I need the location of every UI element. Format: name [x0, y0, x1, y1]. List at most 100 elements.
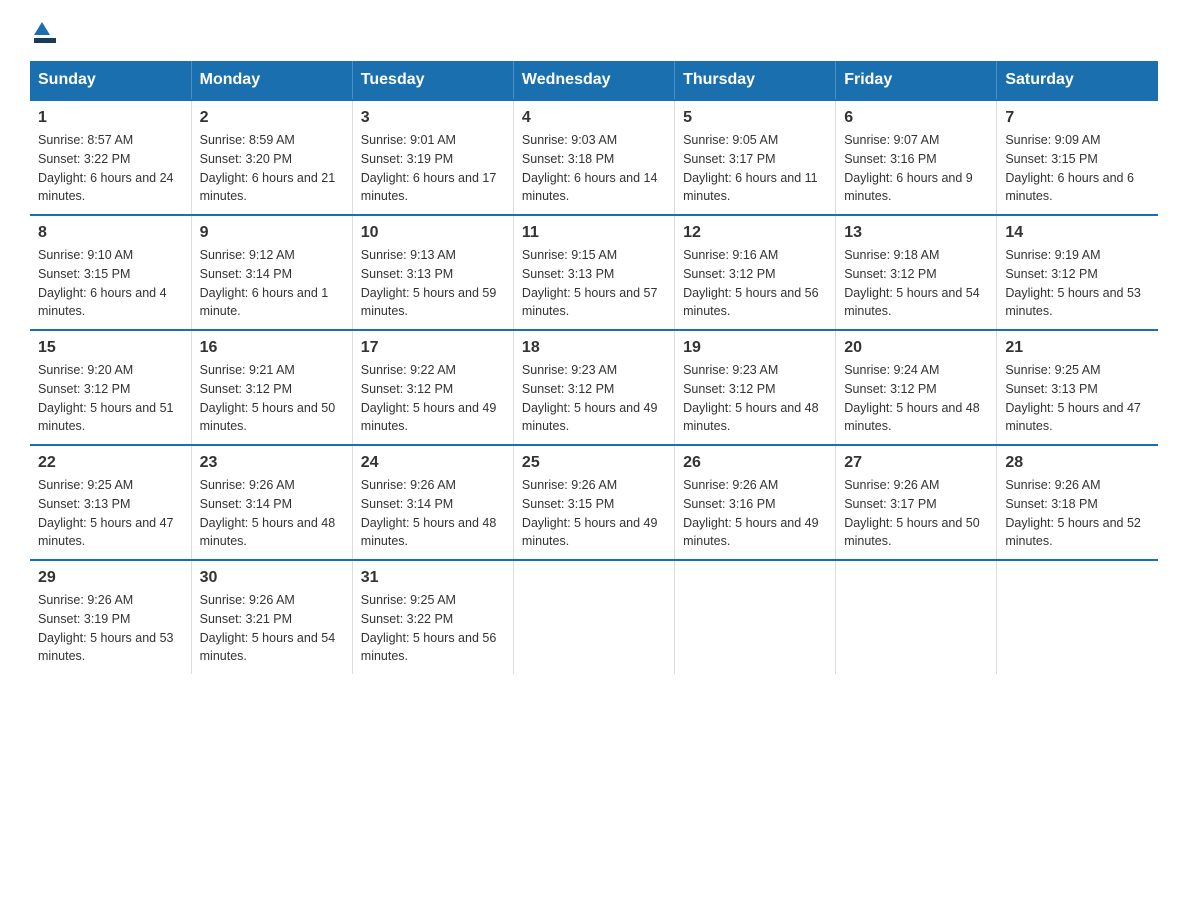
- day-info: Sunrise: 9:25 AMSunset: 3:13 PMDaylight:…: [1005, 363, 1141, 433]
- header-tuesday: Tuesday: [352, 61, 513, 100]
- day-number: 5: [683, 109, 827, 127]
- day-number: 18: [522, 339, 666, 357]
- day-number: 1: [38, 109, 183, 127]
- week-row-4: 22 Sunrise: 9:25 AMSunset: 3:13 PMDayligh…: [30, 445, 1158, 560]
- week-row-2: 8 Sunrise: 9:10 AMSunset: 3:15 PMDaylight…: [30, 215, 1158, 330]
- calendar-cell: 30 Sunrise: 9:26 AMSunset: 3:21 PMDayligh…: [191, 560, 352, 674]
- day-number: 2: [200, 109, 344, 127]
- day-info: Sunrise: 9:07 AMSunset: 3:16 PMDaylight:…: [844, 133, 973, 203]
- calendar-cell: 21 Sunrise: 9:25 AMSunset: 3:13 PMDayligh…: [997, 330, 1158, 445]
- day-number: 28: [1005, 454, 1150, 472]
- day-info: Sunrise: 9:25 AMSunset: 3:13 PMDaylight:…: [38, 478, 174, 548]
- day-info: Sunrise: 9:19 AMSunset: 3:12 PMDaylight:…: [1005, 248, 1141, 318]
- header-wednesday: Wednesday: [513, 61, 674, 100]
- day-number: 26: [683, 454, 827, 472]
- calendar-cell: 8 Sunrise: 9:10 AMSunset: 3:15 PMDaylight…: [30, 215, 191, 330]
- calendar-cell: 5 Sunrise: 9:05 AMSunset: 3:17 PMDaylight…: [675, 100, 836, 215]
- calendar-cell: 18 Sunrise: 9:23 AMSunset: 3:12 PMDayligh…: [513, 330, 674, 445]
- day-info: Sunrise: 9:26 AMSunset: 3:15 PMDaylight:…: [522, 478, 658, 548]
- calendar-cell: 6 Sunrise: 9:07 AMSunset: 3:16 PMDaylight…: [836, 100, 997, 215]
- day-info: Sunrise: 9:16 AMSunset: 3:12 PMDaylight:…: [683, 248, 819, 318]
- day-info: Sunrise: 8:57 AMSunset: 3:22 PMDaylight:…: [38, 133, 174, 203]
- calendar-cell: 19 Sunrise: 9:23 AMSunset: 3:12 PMDayligh…: [675, 330, 836, 445]
- calendar-cell: 1 Sunrise: 8:57 AMSunset: 3:22 PMDaylight…: [30, 100, 191, 215]
- day-info: Sunrise: 9:05 AMSunset: 3:17 PMDaylight:…: [683, 133, 818, 203]
- day-number: 11: [522, 224, 666, 242]
- calendar-cell: 25Sunrise: 9:26 AMSunset: 3:15 PMDayligh…: [513, 445, 674, 560]
- calendar-cell: 2 Sunrise: 8:59 AMSunset: 3:20 PMDaylight…: [191, 100, 352, 215]
- calendar-cell: 20Sunrise: 9:24 AMSunset: 3:12 PMDayligh…: [836, 330, 997, 445]
- day-number: 30: [200, 569, 344, 587]
- day-info: Sunrise: 9:18 AMSunset: 3:12 PMDaylight:…: [844, 248, 980, 318]
- header-thursday: Thursday: [675, 61, 836, 100]
- calendar-cell: [836, 560, 997, 674]
- day-info: Sunrise: 9:03 AMSunset: 3:18 PMDaylight:…: [522, 133, 658, 203]
- day-info: Sunrise: 8:59 AMSunset: 3:20 PMDaylight:…: [200, 133, 336, 203]
- calendar-cell: 26 Sunrise: 9:26 AMSunset: 3:16 PMDayligh…: [675, 445, 836, 560]
- calendar-cell: 11 Sunrise: 9:15 AMSunset: 3:13 PMDayligh…: [513, 215, 674, 330]
- day-number: 23: [200, 454, 344, 472]
- day-info: Sunrise: 9:26 AMSunset: 3:14 PMDaylight:…: [361, 478, 497, 548]
- calendar-cell: 29 Sunrise: 9:26 AMSunset: 3:19 PMDayligh…: [30, 560, 191, 674]
- day-info: Sunrise: 9:20 AMSunset: 3:12 PMDaylight:…: [38, 363, 174, 433]
- week-row-5: 29 Sunrise: 9:26 AMSunset: 3:19 PMDayligh…: [30, 560, 1158, 674]
- calendar-cell: [997, 560, 1158, 674]
- calendar-cell: 16 Sunrise: 9:21 AMSunset: 3:12 PMDayligh…: [191, 330, 352, 445]
- day-info: Sunrise: 9:21 AMSunset: 3:12 PMDaylight:…: [200, 363, 336, 433]
- day-number: 3: [361, 109, 505, 127]
- day-info: Sunrise: 9:12 AMSunset: 3:14 PMDaylight:…: [200, 248, 329, 318]
- day-number: 31: [361, 569, 505, 587]
- calendar-cell: 27 Sunrise: 9:26 AMSunset: 3:17 PMDayligh…: [836, 445, 997, 560]
- calendar-cell: 17 Sunrise: 9:22 AMSunset: 3:12 PMDayligh…: [352, 330, 513, 445]
- day-number: 4: [522, 109, 666, 127]
- calendar-cell: 14 Sunrise: 9:19 AMSunset: 3:12 PMDayligh…: [997, 215, 1158, 330]
- day-number: 17: [361, 339, 505, 357]
- day-info: Sunrise: 9:25 AMSunset: 3:22 PMDaylight:…: [361, 593, 497, 663]
- day-info: Sunrise: 9:26 AMSunset: 3:17 PMDaylight:…: [844, 478, 980, 548]
- day-number: 20: [844, 339, 988, 357]
- day-info: Sunrise: 9:26 AMSunset: 3:21 PMDaylight:…: [200, 593, 336, 663]
- logo: [30, 20, 56, 41]
- header-monday: Monday: [191, 61, 352, 100]
- calendar-cell: 13 Sunrise: 9:18 AMSunset: 3:12 PMDayligh…: [836, 215, 997, 330]
- calendar-cell: 28 Sunrise: 9:26 AMSunset: 3:18 PMDayligh…: [997, 445, 1158, 560]
- day-number: 15: [38, 339, 183, 357]
- calendar-cell: 9Sunrise: 9:12 AMSunset: 3:14 PMDaylight…: [191, 215, 352, 330]
- week-row-3: 15 Sunrise: 9:20 AMSunset: 3:12 PMDayligh…: [30, 330, 1158, 445]
- calendar-cell: 24 Sunrise: 9:26 AMSunset: 3:14 PMDayligh…: [352, 445, 513, 560]
- calendar-cell: 4 Sunrise: 9:03 AMSunset: 3:18 PMDaylight…: [513, 100, 674, 215]
- day-info: Sunrise: 9:23 AMSunset: 3:12 PMDaylight:…: [683, 363, 819, 433]
- day-number: 29: [38, 569, 183, 587]
- day-number: 19: [683, 339, 827, 357]
- day-number: 16: [200, 339, 344, 357]
- day-number: 27: [844, 454, 988, 472]
- day-number: 6: [844, 109, 988, 127]
- calendar-cell: [675, 560, 836, 674]
- header-sunday: Sunday: [30, 61, 191, 100]
- day-info: Sunrise: 9:15 AMSunset: 3:13 PMDaylight:…: [522, 248, 658, 318]
- day-number: 22: [38, 454, 183, 472]
- day-info: Sunrise: 9:23 AMSunset: 3:12 PMDaylight:…: [522, 363, 658, 433]
- calendar-table: SundayMondayTuesdayWednesdayThursdayFrid…: [30, 61, 1158, 674]
- day-number: 12: [683, 224, 827, 242]
- day-info: Sunrise: 9:10 AMSunset: 3:15 PMDaylight:…: [38, 248, 167, 318]
- calendar-header-row: SundayMondayTuesdayWednesdayThursdayFrid…: [30, 61, 1158, 100]
- calendar-cell: 22 Sunrise: 9:25 AMSunset: 3:13 PMDayligh…: [30, 445, 191, 560]
- day-info: Sunrise: 9:01 AMSunset: 3:19 PMDaylight:…: [361, 133, 497, 203]
- day-info: Sunrise: 9:09 AMSunset: 3:15 PMDaylight:…: [1005, 133, 1134, 203]
- day-info: Sunrise: 9:22 AMSunset: 3:12 PMDaylight:…: [361, 363, 497, 433]
- calendar-cell: 3 Sunrise: 9:01 AMSunset: 3:19 PMDaylight…: [352, 100, 513, 215]
- day-number: 21: [1005, 339, 1150, 357]
- day-number: 13: [844, 224, 988, 242]
- day-number: 24: [361, 454, 505, 472]
- day-number: 10: [361, 224, 505, 242]
- calendar-cell: 23Sunrise: 9:26 AMSunset: 3:14 PMDayligh…: [191, 445, 352, 560]
- day-number: 8: [38, 224, 183, 242]
- day-info: Sunrise: 9:26 AMSunset: 3:18 PMDaylight:…: [1005, 478, 1141, 548]
- day-number: 14: [1005, 224, 1150, 242]
- day-info: Sunrise: 9:26 AMSunset: 3:16 PMDaylight:…: [683, 478, 819, 548]
- header-saturday: Saturday: [997, 61, 1158, 100]
- calendar-cell: 31 Sunrise: 9:25 AMSunset: 3:22 PMDayligh…: [352, 560, 513, 674]
- header-friday: Friday: [836, 61, 997, 100]
- day-info: Sunrise: 9:26 AMSunset: 3:19 PMDaylight:…: [38, 593, 174, 663]
